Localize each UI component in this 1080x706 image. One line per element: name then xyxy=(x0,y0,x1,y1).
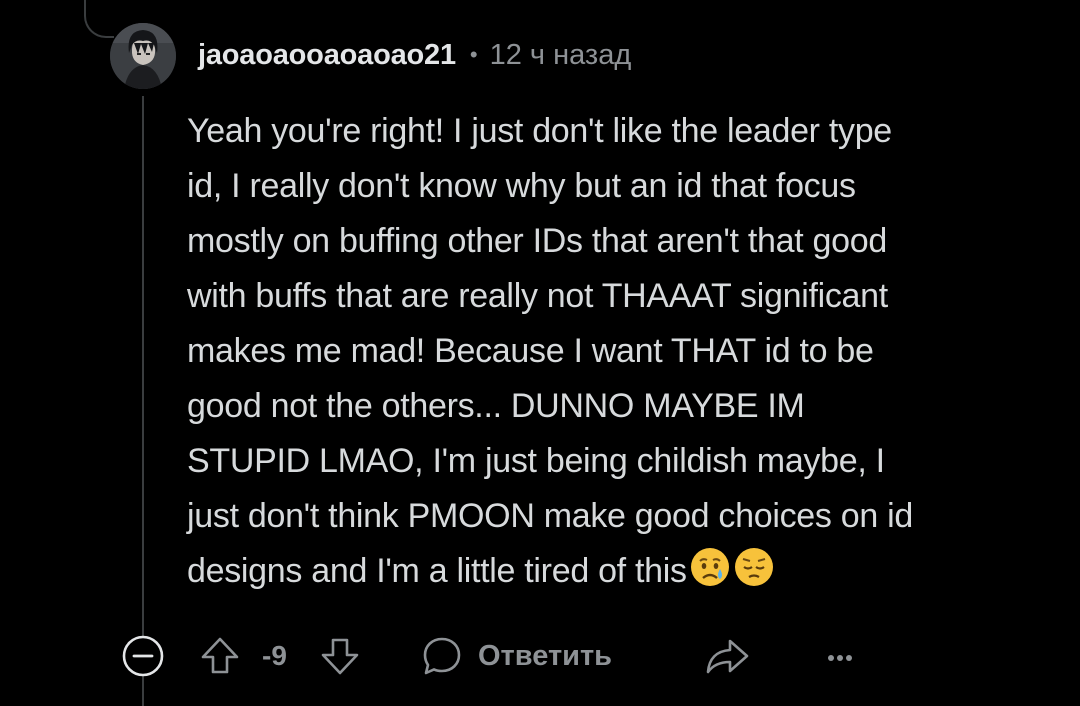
timestamp: 12 ч назад xyxy=(489,38,632,71)
comment-line: STUPID LMAO, I'm just being childish may… xyxy=(187,442,885,480)
comment-line: good not the others... DUNNO MAYBE IM xyxy=(187,387,805,425)
upvote-button[interactable] xyxy=(198,634,242,678)
comment-line: just don't think PMOON make good choices… xyxy=(187,489,1047,544)
reply-label: Ответить xyxy=(478,639,613,672)
comment-line: with buffs that are really not THAAAT si… xyxy=(187,277,888,315)
minus-circle-icon xyxy=(122,635,164,677)
comment-line: id, I really don't know why but an id th… xyxy=(187,167,856,205)
arrow-down-icon xyxy=(321,638,359,675)
avatar[interactable] xyxy=(110,23,176,89)
comment-line-last: designs and I'm a little tired of this xyxy=(187,544,1047,605)
collapse-button[interactable] xyxy=(121,634,165,678)
vote-score: -9 xyxy=(262,640,287,671)
comment-line-text: just don't think PMOON make good choices… xyxy=(187,497,913,535)
comment-line: mostly on buffing other IDs that aren't … xyxy=(187,222,887,260)
comment-line: Yeah you're right! I just don't like the… xyxy=(187,112,892,150)
speech-bubble-icon xyxy=(423,637,461,675)
avatar-image xyxy=(110,23,176,89)
username[interactable]: jaoaoaooaoaoao21 xyxy=(198,39,456,72)
share-button[interactable] xyxy=(704,634,750,678)
meta-separator: • xyxy=(469,42,478,67)
thread-line[interactable] xyxy=(142,96,144,636)
comment-header: jaoaoaooaoaoao21 • 12 ч назад xyxy=(198,33,631,77)
comment-line: makes me mad! Because I want THAT id to … xyxy=(187,332,874,370)
comment-line-text: designs and I'm a little tired of this xyxy=(187,552,687,590)
share-arrow-icon xyxy=(706,639,749,674)
arrow-up-icon xyxy=(201,637,239,674)
sad-relieved-face-emoji xyxy=(689,546,731,605)
more-dots-icon xyxy=(828,655,852,661)
comment-body: Yeah you're right! I just don't like the… xyxy=(187,104,1047,605)
reply-button[interactable]: Ответить xyxy=(420,634,612,678)
more-options-button[interactable] xyxy=(818,634,862,678)
comment-action-bar: -9 Ответить xyxy=(0,630,1080,682)
pensive-face-emoji xyxy=(733,546,775,605)
thread-connector-curve xyxy=(84,0,114,38)
downvote-button[interactable] xyxy=(318,634,362,678)
